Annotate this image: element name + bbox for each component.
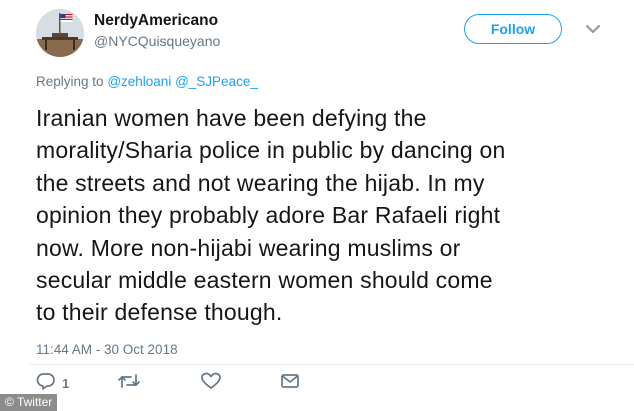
heart-icon — [201, 372, 221, 395]
reply-count: 1 — [62, 375, 70, 391]
tweet-card: NerdyAmericano @NYCQuisqueyano Follow Re… — [0, 0, 634, 411]
chevron-down-icon[interactable] — [585, 22, 601, 36]
image-credit: © Twitter — [0, 394, 58, 411]
envelope-icon — [281, 373, 299, 394]
tweet-text: Iranian women have been defying the mora… — [36, 102, 621, 329]
replying-to: Replying to @zehloani @_SJPeace_ — [36, 74, 258, 89]
tweet-line: secular middle eastern women should come — [36, 267, 493, 294]
tweet-line: the streets and not wearing the hijab. I… — [36, 169, 485, 196]
display-name[interactable]: NerdyAmericano — [94, 12, 218, 30]
avatar-image — [36, 9, 84, 57]
reply-icon — [36, 372, 56, 395]
tweet-line: to their defense though. — [36, 299, 283, 326]
timestamp[interactable]: 11:44 AM - 30 Oct 2018 — [36, 342, 178, 357]
mention-link[interactable]: @zehloani — [107, 74, 171, 89]
avatar[interactable] — [36, 9, 84, 57]
like-button[interactable] — [201, 372, 221, 394]
retweet-button[interactable] — [118, 372, 140, 394]
tweet-line: now. More non-hijabi wearing muslims or — [36, 234, 461, 261]
user-handle[interactable]: @NYCQuisqueyano — [94, 33, 220, 49]
divider — [30, 364, 634, 365]
replying-prefix: Replying to — [36, 74, 104, 89]
tweet-line: Iranian women have been defying the — [36, 105, 427, 131]
retweet-icon — [118, 372, 140, 395]
mention-link[interactable]: @_SJPeace_ — [175, 74, 258, 89]
direct-message-button[interactable] — [281, 372, 299, 394]
tweet-line: opinion they probably adore Bar Rafaeli … — [36, 202, 501, 229]
tweet-line: morality/Sharia police in public by danc… — [36, 137, 506, 164]
reply-button[interactable]: 1 — [36, 372, 69, 394]
follow-button[interactable]: Follow — [464, 14, 562, 44]
